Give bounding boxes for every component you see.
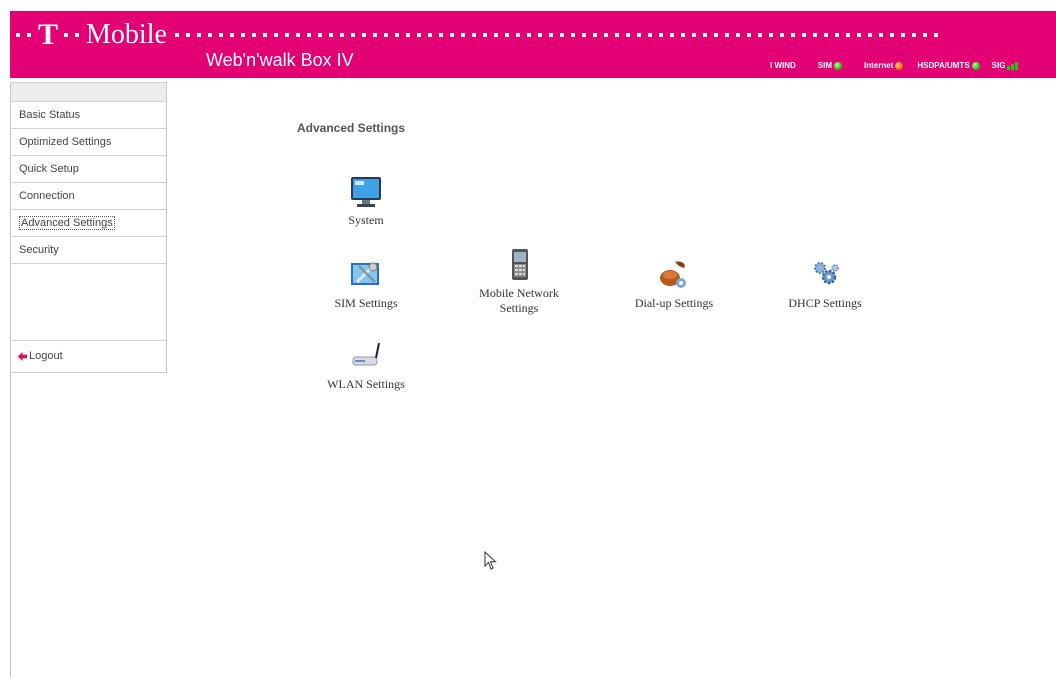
system-settings-label: System [348,213,384,227]
header-bar: T Mobile Web'n'walk Box IV I WIND SIM In… [10,11,1056,78]
mouse-pointer-icon [484,551,497,570]
signal-status: SIG [992,61,1020,70]
t-mobile-logo: T Mobile [16,15,945,55]
wlan-settings-link[interactable]: WLAN Settings [322,339,410,392]
monitor-icon [351,177,381,207]
internet-status: Internet [864,61,904,70]
system-settings-link[interactable]: System [330,175,402,228]
product-name: Web'n'walk Box IV [206,50,354,70]
status-bar: I WIND SIM Internet HSDPA/UMTS SIG [770,61,1019,70]
operator-label: I WIND [770,61,796,70]
internet-status-label: Internet [864,61,894,70]
logo-dots-left [16,33,38,37]
network-status-label: HSDPA/UMTS [917,61,970,70]
sim-ok-indicator-icon [834,61,843,70]
dhcp-settings-link[interactable]: DHCP Settings [779,258,871,311]
sidebar-item-advanced-settings[interactable]: Advanced Settings [11,210,166,237]
logo-t: T [38,18,59,51]
logout-arrow-icon [17,351,28,361]
logout-label: Logout [29,350,63,362]
internet-warning-indicator-icon [895,61,904,70]
sidebar-item-security[interactable]: Security [11,237,166,264]
sim-settings-link[interactable]: SIM Settings [326,258,406,311]
dialup-settings-label: Dial-up Settings [634,296,714,310]
sidebar-item-optimized-settings[interactable]: Optimized Settings [11,129,166,156]
sidebar-item-label: Basic Status [19,109,81,121]
sim-status-label: SIM [817,61,833,70]
logo-dots-right [174,33,945,37]
logout-link[interactable]: Logout [11,341,166,371]
sim-tools-icon [351,262,379,285]
sidebar-item-label: Security [19,244,59,256]
logo-brand-name: Mobile [86,19,167,50]
sim-status: SIM [817,61,843,70]
sidebar-item-label: Quick Setup [19,163,79,175]
signal-status-label: SIG [991,61,1006,70]
sidebar-item-basic-status[interactable]: Basic Status [11,102,166,129]
signal-bars-icon [1007,61,1019,70]
sidebar-item-quick-setup[interactable]: Quick Setup [11,156,166,183]
dhcp-settings-label: DHCP Settings [788,296,862,310]
mobile-network-settings-link[interactable]: Mobile Network Settings [471,248,567,316]
sidebar-nav: Basic Status Optimized Settings Quick Se… [10,82,167,373]
sidebar-item-label: Connection [19,190,75,202]
sidebar-item-label: Optimized Settings [19,136,112,148]
sim-settings-label: SIM Settings [334,296,398,310]
sidebar-item-connection[interactable]: Connection [11,183,166,210]
router-icon [352,342,380,366]
dialup-gear-icon [660,261,686,288]
page-title: Advanced Settings [297,121,406,135]
sidebar-item-label: Advanced Settings [19,216,115,230]
sidebar-header [11,82,166,102]
gears-icon [814,262,839,285]
mobile-network-settings-label: Mobile Network Settings [479,286,559,315]
sidebar-spacer [11,264,166,341]
dialup-settings-link[interactable]: Dial-up Settings [626,258,722,311]
mobile-phone-icon [512,249,528,280]
wlan-settings-label: WLAN Settings [327,377,405,391]
operator-status: I WIND [770,61,796,70]
network-status: HSDPA/UMTS [917,61,980,70]
content-left-border [10,372,11,677]
network-ok-indicator-icon [971,61,980,70]
